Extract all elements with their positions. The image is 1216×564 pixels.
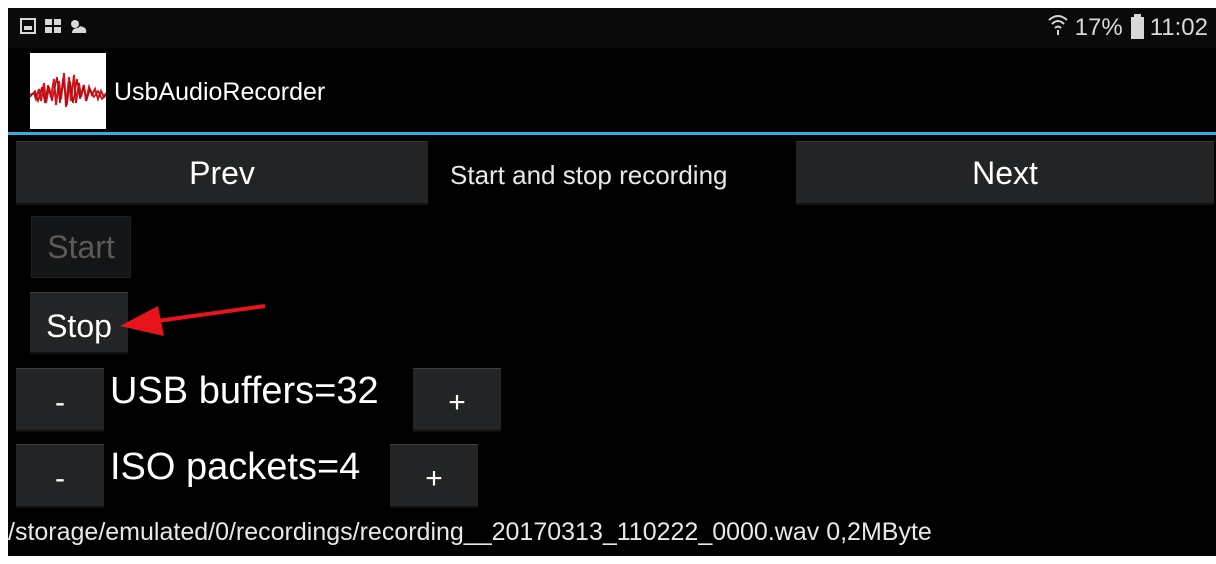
next-button[interactable]: Next bbox=[796, 141, 1214, 205]
iso-packets-increase-button[interactable]: + bbox=[390, 444, 478, 508]
iso-packets-label: ISO packets=4 bbox=[110, 446, 361, 488]
app-title: UsbAudioRecorder bbox=[114, 78, 326, 106]
app-bar: UsbAudioRecorder bbox=[8, 48, 1216, 132]
gallery-icon bbox=[20, 17, 36, 35]
recording-file-info: /storage/emulated/0/recordings/recording… bbox=[8, 518, 932, 546]
prev-button[interactable]: Prev bbox=[16, 141, 428, 205]
image-icon bbox=[44, 17, 61, 35]
usb-buffers-label: USB buffers=32 bbox=[110, 370, 379, 412]
usb-buffers-increase-button[interactable]: + bbox=[413, 368, 501, 432]
battery-icon bbox=[1130, 13, 1144, 39]
clock: 11:02 bbox=[1149, 13, 1208, 41]
step-caption: Start and stop recording bbox=[450, 160, 728, 190]
iso-packets-decrease-button[interactable]: - bbox=[16, 444, 104, 508]
audio-waveform-icon[interactable] bbox=[29, 53, 107, 129]
weather-icon bbox=[68, 17, 87, 35]
stop-button[interactable]: Stop bbox=[30, 292, 128, 354]
wifi-icon bbox=[1047, 13, 1069, 42]
app-screen: 17% 11:02 UsbAudioRecorder Prev Start an… bbox=[8, 8, 1216, 556]
system-status: 17% 11:02 bbox=[1047, 13, 1208, 42]
status-bar: 17% 11:02 bbox=[8, 8, 1216, 48]
battery-percent: 17% bbox=[1074, 13, 1123, 41]
app-bar-divider bbox=[8, 132, 1216, 135]
notification-icons bbox=[20, 17, 87, 35]
annotation-arrow-icon bbox=[120, 304, 266, 336]
start-button[interactable]: Start bbox=[31, 216, 131, 278]
usb-buffers-decrease-button[interactable]: - bbox=[16, 368, 104, 432]
